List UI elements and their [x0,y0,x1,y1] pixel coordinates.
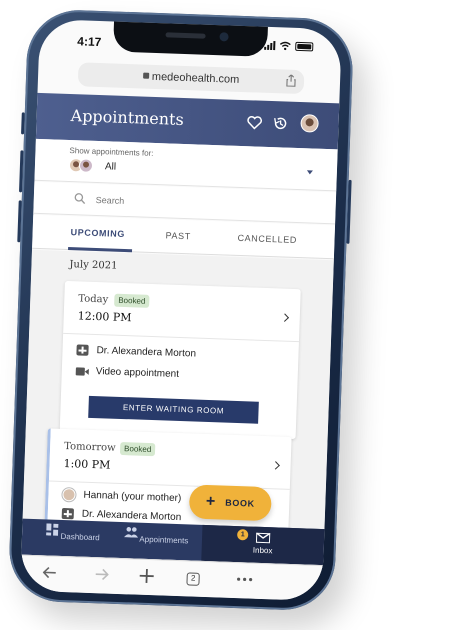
enter-waiting-room-button[interactable]: ENTER WAITING ROOM [88,395,259,424]
user-avatar[interactable] [300,114,319,133]
nav-inbox[interactable]: Inbox [220,530,307,557]
nav-appointments[interactable]: Appointments [113,526,200,546]
front-camera [219,32,229,42]
more-icon[interactable] [237,577,253,582]
appointment-day: Today [78,293,109,306]
url-display: medeohealth.com [78,68,304,88]
lock-icon [142,72,150,79]
url-bar[interactable]: medeohealth.com [77,62,305,95]
chevron-right-icon[interactable] [271,461,280,470]
volume-down-button [17,200,22,243]
doctor-name: Dr. Alexandera Morton [96,345,197,360]
chevron-down-icon [306,170,313,175]
month-heading: July 2021 [69,259,118,272]
avatar [78,158,94,173]
people-icon [123,526,138,538]
phone-screen: 4:17 medeohealth.com Appointments Show a… [20,18,342,602]
status-badge: Booked [114,293,150,308]
tab-past[interactable]: PAST [165,230,191,241]
nav-label: Dashboard [60,531,100,543]
patient-name: Hannah (your mother) [83,489,182,505]
history-icon[interactable] [272,115,289,132]
video-camera-icon [75,366,85,376]
share-icon[interactable] [286,74,296,87]
battery-icon [295,41,314,52]
status-time: 4:17 [77,34,102,50]
medical-bag-icon [61,507,75,520]
filter-label: Show appointments for: [69,146,154,158]
notch [112,19,269,57]
nav-label: Appointments [139,534,189,546]
appointment-time: 12:00 PM [77,309,132,325]
appointment-type-row: Video appointment [75,365,180,380]
filter-avatars [68,158,94,173]
url-text: medeohealth.com [151,70,240,86]
power-button [346,179,352,244]
volume-up-button [19,150,24,193]
new-tab-icon[interactable] [138,568,155,585]
appointment-type: Video appointment [95,366,180,380]
appointments-list: July 2021 Today Booked 12:00 PM Dr. Alex… [22,249,334,531]
chevron-right-icon[interactable] [280,313,290,322]
mail-icon [255,532,271,544]
search-icon [74,193,86,205]
signal-icon [264,41,276,51]
patient-avatar [62,487,76,502]
dashboard-icon [46,523,59,536]
speaker [165,32,206,39]
status-bar: 4:17 [39,19,342,66]
appointment-card[interactable]: Today Booked 12:00 PM Dr. Alexandera Mor… [59,280,301,440]
page-title: Appointments [70,106,185,129]
filter-value: All [104,161,117,173]
patient-row: Hannah (your mother) [62,487,182,505]
appointment-day: Tomorrow [63,441,116,454]
doctor-row: Dr. Alexandera Morton [76,344,197,360]
status-icons [264,41,314,52]
status-badge: Booked [119,441,156,457]
medical-bag-icon [76,344,89,356]
divider [63,332,299,343]
back-arrow-icon[interactable] [42,566,57,579]
appointment-time: 1:00 PM [63,456,111,472]
search-input[interactable] [95,191,296,215]
phone-frame: 4:17 medeohealth.com Appointments Show a… [7,8,355,612]
forward-arrow-icon[interactable] [95,568,109,581]
book-button[interactable]: + BOOK [188,484,272,522]
tabs-button[interactable]: 2 [186,572,200,586]
mute-switch [21,112,25,135]
nav-dashboard[interactable]: Dashboard [30,523,117,543]
nav-label: Inbox [252,545,273,556]
tab-upcoming[interactable]: UPCOMING [70,227,125,239]
heart-icon[interactable] [246,114,263,131]
tab-cancelled[interactable]: CANCELLED [237,233,297,245]
book-label: BOOK [225,497,255,509]
wifi-icon [279,41,291,51]
plus-icon: + [205,492,216,511]
